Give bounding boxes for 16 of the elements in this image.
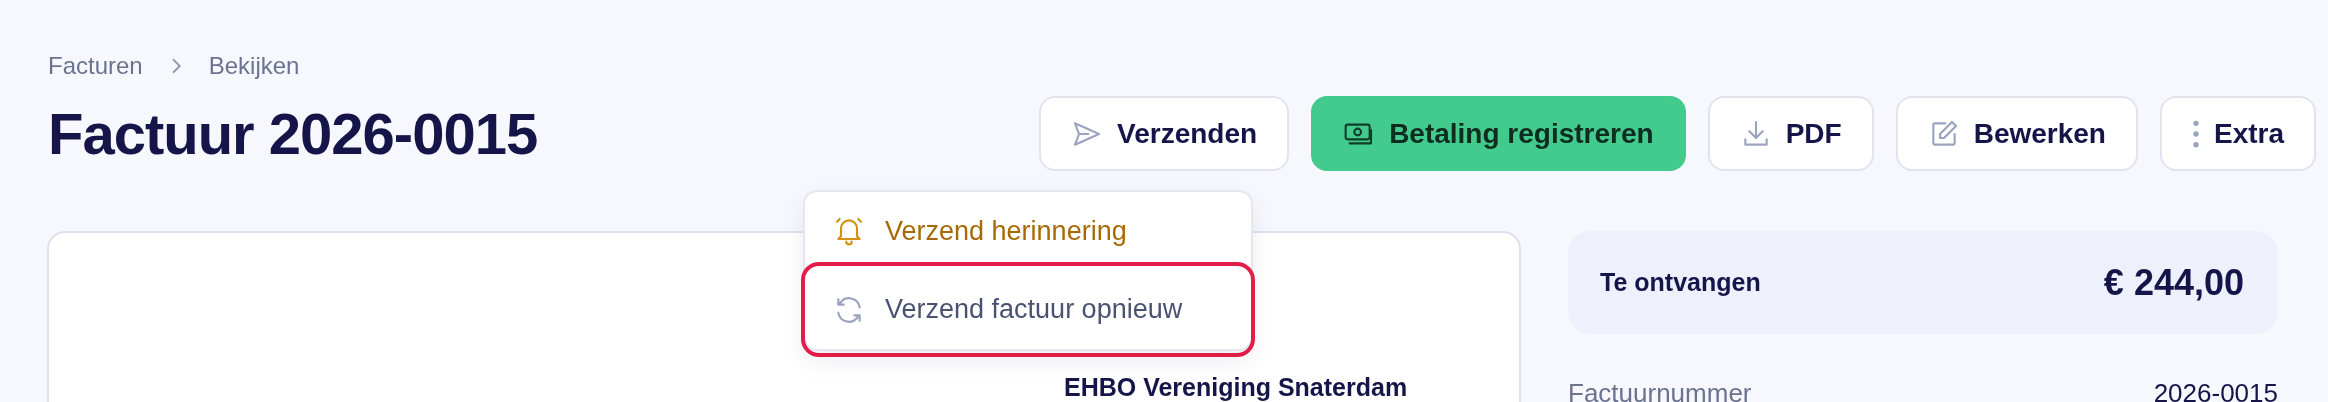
amount-due-label: Te ontvangen: [1600, 268, 1761, 297]
breadcrumb-link[interactable]: Bekijken: [208, 52, 300, 80]
download-button[interactable]: PDF: [1707, 96, 1874, 171]
send-button[interactable]: Verzenden: [1039, 96, 1290, 171]
edit-button[interactable]: Bewerken: [1895, 96, 2138, 171]
menu-item[interactable]: Verzend factuur opnieuw: [801, 262, 1255, 357]
detail-value: 2026-0015: [2153, 378, 2278, 402]
page-title: Factuur 2026-0015: [48, 100, 538, 167]
detail-label: Factuurnummer: [1568, 378, 1752, 402]
menu-item[interactable]: Verzend herinnering: [801, 200, 1255, 262]
register-payment-button[interactable]: Betaling registreren: [1311, 96, 1686, 171]
breadcrumb-link[interactable]: Facturen: [48, 52, 143, 80]
more-button[interactable]: Extra: [2159, 96, 2316, 171]
amount-due-value: € 244,00: [2103, 261, 2244, 304]
sender-name: EHBO Vereniging Snaterdam: [1064, 373, 1409, 402]
bell-icon: [833, 215, 865, 247]
